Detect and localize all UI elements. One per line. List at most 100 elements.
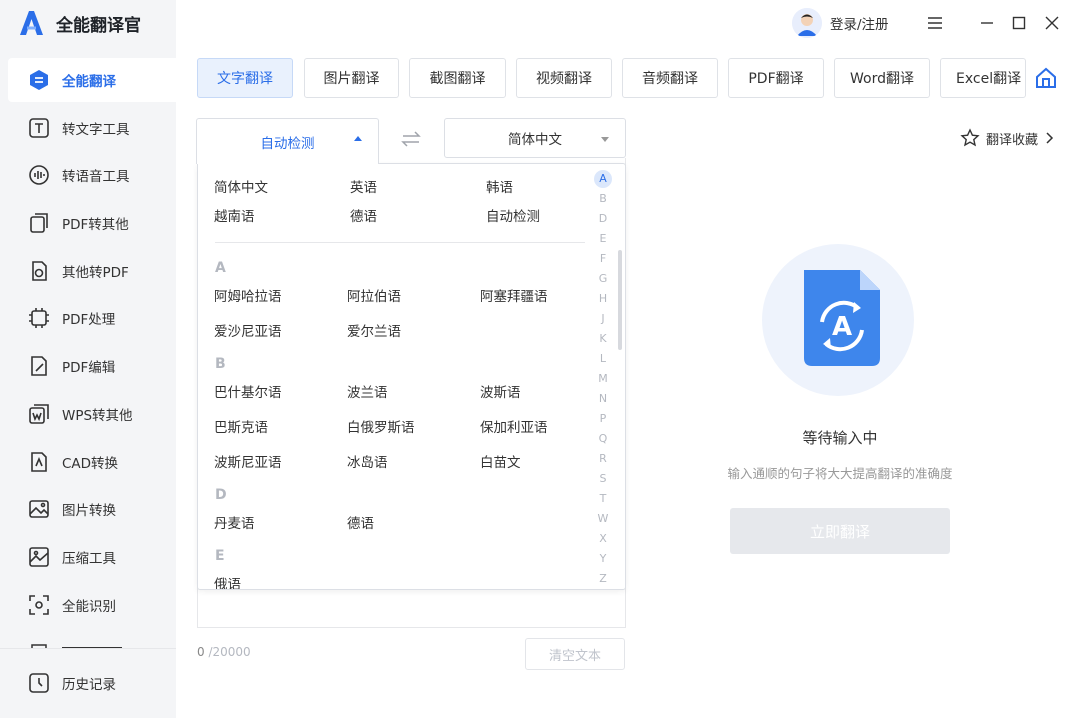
index-letter[interactable]: G <box>591 269 615 289</box>
language-option[interactable]: 自动检测 <box>486 205 540 225</box>
language-option[interactable]: 爱尔兰语 <box>347 320 401 340</box>
sidebar-item-pdf-export[interactable]: PDF转其他 <box>8 201 189 245</box>
home-icon[interactable] <box>1034 66 1058 90</box>
sidebar-item-label: 全能识别 <box>62 599 116 615</box>
history-icon <box>29 673 49 693</box>
translate-now-button[interactable]: 立即翻译 <box>730 508 950 554</box>
sidebar-item-text-tool[interactable]: 转文字工具 <box>8 106 189 150</box>
index-letter[interactable]: J <box>591 309 615 329</box>
menu-icon[interactable] <box>924 12 946 34</box>
sidebar-item-label: 全能翻译 <box>62 74 116 90</box>
index-letter[interactable]: D <box>591 209 615 229</box>
index-letter[interactable]: E <box>591 229 615 249</box>
avatar[interactable] <box>792 8 822 38</box>
index-letter[interactable]: W <box>591 509 615 529</box>
index-letter[interactable]: S <box>591 469 615 489</box>
recognize-icon <box>29 595 49 615</box>
sidebar-item-partial <box>28 640 148 648</box>
language-option[interactable]: 德语 <box>347 512 374 532</box>
target-language-select[interactable]: 简体中文 <box>444 118 626 158</box>
sidebar-item-label: PDF转其他 <box>62 217 129 233</box>
index-letter[interactable]: B <box>591 189 615 209</box>
language-option[interactable]: 德语 <box>350 205 377 225</box>
sidebar-item-compress[interactable]: 压缩工具 <box>8 535 189 579</box>
compress-icon <box>29 547 49 567</box>
language-option[interactable]: 白俄罗斯语 <box>347 416 415 436</box>
pdf-edit-icon <box>31 356 47 376</box>
tab-video-translate[interactable]: 视频翻译 <box>516 58 612 98</box>
tab-word-translate[interactable]: Word翻译 <box>834 58 930 98</box>
sidebar-item-translate[interactable]: 全能翻译 <box>8 58 189 102</box>
sidebar-item-wps[interactable]: WPS转其他 <box>8 392 189 436</box>
minimize-icon[interactable] <box>976 12 998 34</box>
sidebar-item-image[interactable]: 图片转换 <box>8 487 189 531</box>
favorites-link[interactable]: 翻译收藏 <box>960 128 1054 148</box>
language-option[interactable]: 阿拉伯语 <box>347 285 401 305</box>
dropdown-scrollbar[interactable] <box>618 250 622 350</box>
sidebar-item-cad[interactable]: CAD转换 <box>8 440 189 484</box>
login-area[interactable]: 登录/注册 <box>792 8 889 38</box>
index-letter[interactable]: H <box>591 289 615 309</box>
sidebar-item-pdf-import[interactable]: 其他转PDF <box>8 249 189 293</box>
alphabet-index: A B D E F G H J K L M N P Q R S T W X Y … <box>591 169 615 589</box>
star-icon <box>960 128 980 147</box>
index-letter[interactable]: N <box>591 389 615 409</box>
tab-pdf-translate[interactable]: PDF翻译 <box>728 58 824 98</box>
sidebar-item-recognize[interactable]: 全能识别 <box>8 583 189 627</box>
sidebar-item-pdf-process[interactable]: PDF处理 <box>8 296 189 340</box>
language-option[interactable]: 英语 <box>350 176 377 196</box>
index-letter[interactable]: X <box>591 529 615 549</box>
pdf-export-icon <box>30 213 48 233</box>
language-option[interactable]: 俄语 <box>214 573 241 589</box>
index-letter[interactable]: K <box>591 329 615 349</box>
close-icon[interactable] <box>1041 12 1063 34</box>
language-option[interactable]: 波兰语 <box>347 381 388 401</box>
language-option[interactable]: 阿塞拜疆语 <box>480 285 548 305</box>
language-option[interactable]: 简体中文 <box>214 176 268 196</box>
index-letter[interactable]: Z <box>591 569 615 589</box>
language-option[interactable]: 波斯尼亚语 <box>214 451 282 471</box>
language-option[interactable]: 波斯语 <box>480 381 521 401</box>
language-option[interactable]: 爱沙尼亚语 <box>214 320 282 340</box>
clear-text-button[interactable]: 清空文本 <box>525 638 625 670</box>
maximize-icon[interactable] <box>1008 12 1030 34</box>
sidebar-item-label: 历史记录 <box>62 677 116 693</box>
login-link[interactable]: 登录/注册 <box>830 13 889 33</box>
language-option[interactable]: 丹麦语 <box>214 512 255 532</box>
tab-image-translate[interactable]: 图片翻译 <box>304 58 399 98</box>
source-language-select[interactable]: 自动检测 <box>196 118 379 164</box>
index-letter[interactable]: F <box>591 249 615 269</box>
index-letter[interactable]: M <box>591 369 615 389</box>
language-option[interactable]: 白苗文 <box>480 451 521 471</box>
pdf-process-icon <box>29 308 49 328</box>
tab-audio-translate[interactable]: 音频翻译 <box>622 58 718 98</box>
sidebar-item-voice-tool[interactable]: 转语音工具 <box>8 153 189 197</box>
dropdown-divider <box>215 242 585 243</box>
index-letter[interactable]: A <box>594 170 612 188</box>
index-letter[interactable]: R <box>591 449 615 469</box>
chevron-up-icon <box>354 136 362 141</box>
tab-excel-translate[interactable]: Excel翻译 <box>940 58 1026 98</box>
language-option[interactable]: 巴斯克语 <box>214 416 268 436</box>
language-option[interactable]: 保加利亚语 <box>480 416 548 436</box>
index-letter[interactable]: L <box>591 349 615 369</box>
index-letter[interactable]: P <box>591 409 615 429</box>
language-option[interactable]: 巴什基尔语 <box>214 381 282 401</box>
index-letter[interactable]: T <box>591 489 615 509</box>
swap-languages-icon[interactable] <box>400 128 422 150</box>
language-option[interactable]: 阿姆哈拉语 <box>214 285 282 305</box>
tab-text-translate[interactable]: 文字翻译 <box>197 58 293 98</box>
language-option[interactable]: 越南语 <box>214 205 255 225</box>
target-language-value: 简体中文 <box>508 132 562 148</box>
sidebar-item-label: 压缩工具 <box>62 551 116 567</box>
tab-screenshot-translate[interactable]: 截图翻译 <box>409 58 506 98</box>
language-dropdown: 简体中文 英语 韩语 越南语 德语 自动检测 A 阿姆哈拉语 阿拉伯语 阿塞拜疆… <box>197 163 626 590</box>
index-letter[interactable]: Q <box>591 429 615 449</box>
language-option[interactable]: 冰岛语 <box>347 451 388 471</box>
index-letter[interactable]: Y <box>591 549 615 569</box>
char-limit: /20000 <box>208 645 251 659</box>
input-divider <box>197 627 626 628</box>
sidebar-item-pdf-edit[interactable]: PDF编辑 <box>8 344 189 388</box>
language-option[interactable]: 韩语 <box>486 176 513 196</box>
sidebar-item-history[interactable]: 历史记录 <box>8 661 189 705</box>
